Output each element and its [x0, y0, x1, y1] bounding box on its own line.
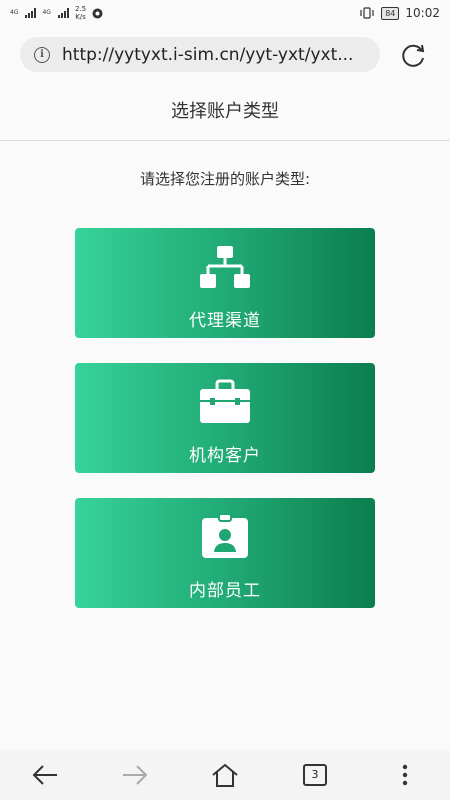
forward-icon — [123, 765, 148, 785]
tabs-button[interactable]: 3 — [295, 755, 335, 795]
reload-icon[interactable] — [400, 41, 428, 69]
signal-icon — [25, 8, 37, 18]
institution-client-label: 机构客户 — [189, 446, 261, 466]
status-left: 4G 4G 2.5 K/s — [10, 5, 103, 21]
vibrate-icon — [360, 7, 374, 19]
address-bar[interactable]: i http://yytyxt.i-sim.cn/yyt-yxt/yxt... — [20, 37, 380, 72]
account-type-prompt: 请选择您注册的账户类型: — [139, 170, 311, 188]
network-speed: 2.5 K/s — [75, 5, 86, 21]
info-icon[interactable]: i — [34, 46, 50, 63]
browser-bottom-nav: 3 — [0, 750, 450, 800]
institution-client-card[interactable]: 机构客户 — [75, 363, 375, 473]
agent-channel-card[interactable]: 代理渠道 — [75, 228, 375, 338]
status-right: 84 10:02 — [359, 6, 440, 20]
hierarchy-icon — [200, 246, 250, 288]
back-button[interactable] — [25, 755, 65, 795]
home-button[interactable] — [205, 755, 245, 795]
network-speed-unit: K/s — [75, 13, 86, 21]
agent-channel-label: 代理渠道 — [189, 311, 261, 331]
forward-button[interactable] — [115, 755, 155, 795]
tabs-icon: 3 — [303, 764, 327, 786]
network-type-1: 4G — [10, 9, 19, 16]
more-icon — [402, 764, 408, 786]
status-bar: 4G 4G 2.5 K/s 84 10:02 — [0, 0, 450, 26]
back-icon — [32, 765, 57, 785]
internal-staff-card[interactable]: 内部员工 — [75, 498, 375, 608]
internal-staff-label: 内部员工 — [189, 581, 261, 601]
id-badge-icon — [202, 514, 248, 558]
tabs-count: 3 — [311, 768, 319, 781]
battery-level: 84 — [381, 6, 400, 20]
home-icon — [212, 763, 238, 787]
network-speed-value: 2.5 — [74, 5, 87, 13]
more-button[interactable] — [385, 755, 425, 795]
clock: 10:02 — [405, 6, 440, 20]
network-type-2: 4G — [42, 9, 51, 16]
page-title: 选择账户类型 — [0, 84, 450, 141]
signal-icon-2 — [57, 8, 69, 18]
url-text[interactable]: http://yytyxt.i-sim.cn/yyt-yxt/yxt... — [62, 45, 362, 65]
notification-icon — [92, 8, 103, 18]
briefcase-icon — [200, 379, 250, 423]
